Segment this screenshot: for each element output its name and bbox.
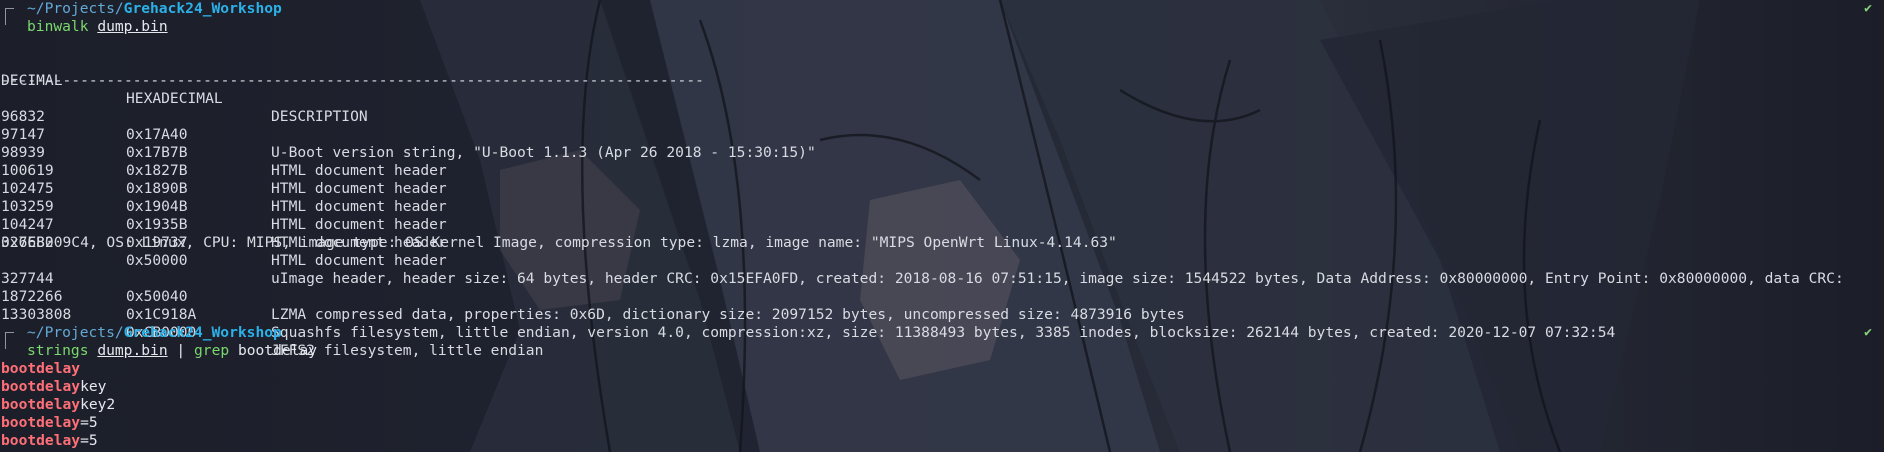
table-row: 104247 0x19737 HTML document header (0, 198, 1884, 269)
grep-pattern: bootdelay (237, 342, 318, 359)
table-row: 97147 0x17B7B HTML document header (0, 108, 1884, 179)
command-argument: dump.bin (97, 18, 168, 35)
match-text: bootdelay (1, 396, 81, 413)
table-row: 102475 0x1904B HTML document header (0, 162, 1884, 233)
status-success-icon: ✔ (1864, 325, 1872, 340)
table-row: 100619 0x1890B HTML document header (0, 144, 1884, 215)
match-text: bootdelay (1, 360, 81, 377)
table-row: 13303808 0xCB0000 JFFS2 filesystem, litt… (0, 288, 1884, 359)
command-line[interactable]: strings dump.bin | grep bootdelay (27, 342, 317, 360)
path-prefix: ~/Projects/ (27, 0, 124, 17)
path-directory: Grehack24_Workshop (123, 324, 282, 341)
grep-output-line: bootdelay (1, 360, 80, 378)
table-row: 327680 0x50000 uImage header, header siz… (0, 216, 1884, 287)
grep-output-line: bootdelay=5 (1, 414, 98, 432)
match-text: bootdelay (1, 414, 81, 431)
command-name: strings (27, 342, 89, 359)
grep-output-line: bootdelaykey2 (1, 396, 115, 414)
grep-output-line: bootdelaykey (1, 378, 106, 396)
row-description: Squashfs filesystem, little endian, vers… (271, 324, 1616, 341)
table-row: 1872266 0x1C918A Squashfs filesystem, li… (0, 270, 1884, 341)
table-row: 98939 0x1827B HTML document header (0, 126, 1884, 197)
command-argument: dump.bin (97, 342, 168, 359)
terminal-window[interactable]: ~/Projects/Grehack24_Workshop ✔ binwalk … (0, 0, 1884, 452)
prompt-bracket (5, 8, 14, 25)
match-text: bootdelay (1, 432, 81, 449)
path-directory: Grehack24_Workshop (123, 0, 282, 17)
command-name: binwalk (27, 18, 89, 35)
path-prefix: ~/Projects/ (27, 324, 124, 341)
separator-line: ----------------------------------------… (1, 72, 704, 89)
table-row-continuation: 0x6EB209C4, OS: Linux, CPU: MIPS, image … (1, 234, 1117, 251)
match-rest: =5 (80, 414, 98, 431)
status-success-icon: ✔ (1864, 1, 1872, 16)
table-row: 96832 0x17A40 U-Boot version string, "U-… (0, 90, 1884, 161)
command-name-grep: grep (194, 342, 230, 359)
prompt-bracket (5, 332, 14, 349)
row-description: LZMA compressed data, properties: 0x6D, … (271, 306, 1185, 323)
match-rest: key (80, 378, 107, 395)
row-decimal: 13303808 (1, 306, 72, 323)
table-row: 103259 0x1935B HTML document header (0, 180, 1884, 251)
prompt-path: ~/Projects/Grehack24_Workshop (27, 0, 282, 18)
binwalk-header: DECIMAL HEXADECIMAL DESCRIPTION (0, 54, 1884, 125)
command-line[interactable]: binwalk dump.bin (27, 18, 168, 36)
pipe-operator: | (176, 342, 186, 359)
match-rest: =5 (80, 432, 98, 449)
grep-output-line: bootdelay=5 (1, 432, 98, 450)
prompt-path: ~/Projects/Grehack24_Workshop (27, 324, 282, 342)
table-row: 327744 0x50040 LZMA compressed data, pro… (0, 252, 1884, 323)
match-text: bootdelay (1, 378, 81, 395)
row-hex: 0x1C918A (126, 306, 197, 323)
match-rest: key2 (80, 396, 116, 413)
